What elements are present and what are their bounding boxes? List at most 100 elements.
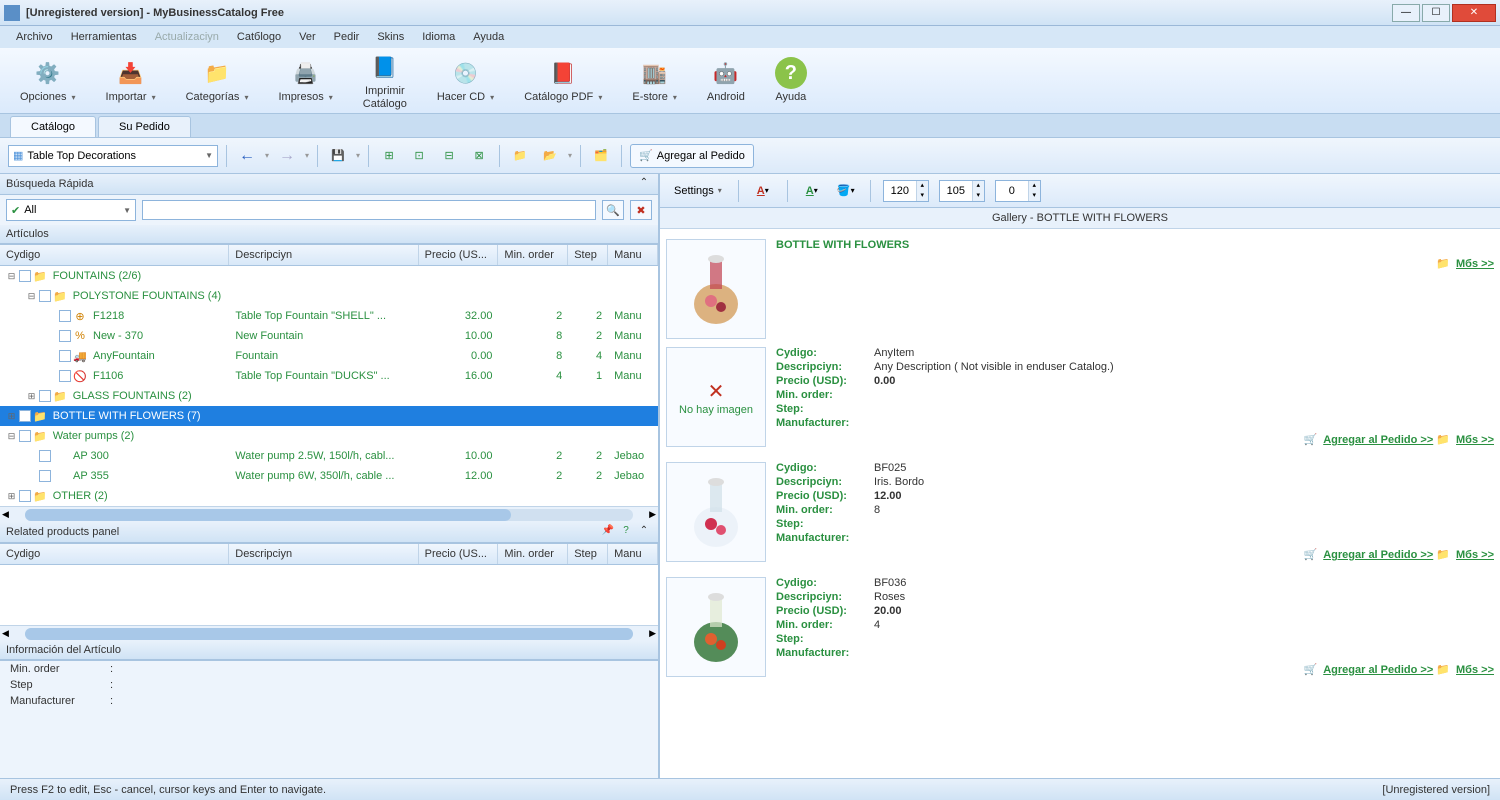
tree-folder[interactable]: ⊟📁FOUNTAINS (2/6) — [0, 266, 658, 286]
menu-idioma[interactable]: Idioma — [414, 29, 463, 45]
expand-icon[interactable]: ⊞ — [26, 391, 37, 402]
spin-third-input[interactable] — [996, 182, 1028, 200]
spin-height-input[interactable] — [940, 182, 972, 200]
tree-folder[interactable]: ⊞📁OTHER (2) — [0, 486, 658, 506]
col-code[interactable]: Cуdigo — [0, 544, 229, 564]
grid-edit-button[interactable]: ⊡ — [407, 144, 431, 168]
folder-action2-button[interactable]: 📂 — [538, 144, 562, 168]
ribbon-catálogo-pdf[interactable]: 📕Catálogo PDF ▾ — [524, 57, 602, 103]
articles-tree-grid[interactable]: ⊟📁FOUNTAINS (2/6)⊟📁POLYSTONE FOUNTAINS (… — [0, 266, 658, 506]
gallery-thumbnail[interactable]: ✕No hay imagen — [666, 347, 766, 447]
tree-folder[interactable]: ⊟📁POLYSTONE FOUNTAINS (4) — [0, 286, 658, 306]
font-color2-button[interactable]: A▾ — [800, 179, 824, 203]
spin-width-input[interactable] — [884, 182, 916, 200]
checkbox[interactable] — [39, 290, 51, 302]
tree-folder[interactable]: ⊟📁Water pumps (2) — [0, 426, 658, 446]
minimize-button[interactable]: — — [1392, 4, 1420, 22]
search-input[interactable] — [142, 200, 596, 220]
search-filter-combo[interactable]: ✔ All ▼ — [6, 199, 136, 221]
expand-icon[interactable]: ⊟ — [6, 271, 17, 282]
checkbox[interactable] — [59, 330, 71, 342]
menu-archivo[interactable]: Archivo — [8, 29, 61, 45]
grid-delete-button[interactable]: ⊠ — [467, 144, 491, 168]
col-manu[interactable]: Manu — [608, 544, 658, 564]
tree-folder[interactable]: ⊞📁GLASS FOUNTAINS (2) — [0, 386, 658, 406]
add-to-order-link[interactable]: Agregar al Pedido >> — [1323, 664, 1433, 676]
col-desc[interactable]: Descripciуn — [229, 245, 418, 265]
tree-item[interactable]: AP 300Water pump 2.5W, 150l/h, cabl...10… — [0, 446, 658, 466]
add-to-order-button[interactable]: 🛒 Agregar al Pedido — [630, 144, 754, 168]
forward-button[interactable]: → — [275, 144, 299, 168]
col-price[interactable]: Precio (US... — [419, 544, 499, 564]
tree-item[interactable]: ⊕F1218Table Top Fountain "SHELL" ...32.0… — [0, 306, 658, 326]
col-step[interactable]: Step — [568, 544, 608, 564]
search-clear-button[interactable]: ✖ — [630, 200, 652, 220]
grid-copy-button[interactable]: ⊟ — [437, 144, 461, 168]
tree-item[interactable]: 🚚AnyFountainFountain0.0084Manu — [0, 346, 658, 366]
settings-dropdown[interactable]: Settings ▾ — [670, 180, 726, 202]
close-button[interactable]: ✕ — [1452, 4, 1496, 22]
folder-action1-button[interactable]: 📁 — [508, 144, 532, 168]
ribbon-ayuda[interactable]: ?Ayuda — [775, 57, 807, 103]
tree-folder[interactable]: ⊞📁BOTTLE WITH FLOWERS (7) — [0, 406, 658, 426]
spin-height[interactable]: ▴▾ — [939, 180, 985, 202]
col-manu[interactable]: Manu — [608, 245, 658, 265]
tab-catálogo[interactable]: Catálogo — [10, 116, 96, 137]
ribbon-impresos[interactable]: 🖨️Impresos ▾ — [278, 57, 332, 103]
ribbon-opciones[interactable]: ⚙️Opciones ▾ — [20, 57, 76, 103]
tree-item[interactable]: 🚫F1106Table Top Fountain "DUCKS" ...16.0… — [0, 366, 658, 386]
back-button[interactable]: ← — [235, 144, 259, 168]
checkbox[interactable] — [19, 490, 31, 502]
fill-color-button[interactable]: 🪣▾ — [834, 179, 858, 203]
expand-icon[interactable]: ⊟ — [6, 431, 17, 442]
col-min[interactable]: Min. order — [498, 245, 568, 265]
gallery-thumbnail[interactable] — [666, 462, 766, 562]
expand-icon[interactable]: ⊟ — [26, 291, 37, 302]
ribbon-categorías[interactable]: 📁Categorías ▾ — [186, 57, 249, 103]
col-min[interactable]: Min. order — [498, 544, 568, 564]
tree-item[interactable]: AP 355Water pump 6W, 350l/h, cable ...12… — [0, 466, 658, 486]
help-icon[interactable]: ? — [618, 525, 634, 539]
add-to-order-link[interactable]: Agregar al Pedido >> — [1323, 434, 1433, 446]
col-code[interactable]: Cуdigo — [0, 245, 229, 265]
gallery-thumbnail[interactable] — [666, 577, 766, 677]
gallery-thumbnail[interactable] — [666, 239, 766, 339]
category-combo[interactable]: ▦ Table Top Decorations ▼ — [8, 145, 218, 167]
ribbon-importar[interactable]: 📥Importar ▾ — [106, 57, 156, 103]
tab-su-pedido[interactable]: Su Pedido — [98, 116, 191, 137]
checkbox[interactable] — [39, 390, 51, 402]
menu-herramientas[interactable]: Herramientas — [63, 29, 145, 45]
more-link[interactable]: Mбs >> — [1456, 549, 1494, 561]
misc-button[interactable]: 🗂️ — [589, 144, 613, 168]
checkbox[interactable] — [39, 450, 51, 462]
col-price[interactable]: Precio (US... — [419, 245, 499, 265]
col-desc[interactable]: Descripciуn — [229, 544, 418, 564]
spin-third[interactable]: ▴▾ — [995, 180, 1041, 202]
ribbon-e-store[interactable]: 🏬E-store ▾ — [632, 57, 677, 103]
checkbox[interactable] — [59, 350, 71, 362]
search-go-button[interactable]: 🔍 — [602, 200, 624, 220]
grid-new-button[interactable]: ⊞ — [377, 144, 401, 168]
more-link[interactable]: Mбs >> — [1456, 664, 1494, 676]
ribbon-android[interactable]: 🤖Android — [707, 57, 745, 103]
checkbox[interactable] — [19, 430, 31, 442]
menu-skins[interactable]: Skins — [369, 29, 412, 45]
menu-catбlogo[interactable]: Catбlogo — [229, 29, 289, 45]
tree-item[interactable]: %New - 370New Fountain10.0082Manu — [0, 326, 658, 346]
pin-icon[interactable]: 📌 — [600, 525, 616, 539]
expand-icon[interactable]: ⊞ — [6, 491, 17, 502]
more-link[interactable]: Mбs >> — [1456, 434, 1494, 446]
save-button[interactable]: 💾 — [326, 144, 350, 168]
related-hscroll[interactable]: ◀ ▶ — [0, 625, 658, 641]
articles-hscroll[interactable]: ◀ ▶ — [0, 506, 658, 522]
checkbox[interactable] — [19, 410, 31, 422]
checkbox[interactable] — [39, 470, 51, 482]
collapse-up-icon[interactable]: ⌃ — [636, 177, 652, 191]
collapse-icon[interactable]: ⌃ — [636, 525, 652, 539]
maximize-button[interactable]: ☐ — [1422, 4, 1450, 22]
expand-icon[interactable]: ⊞ — [6, 411, 17, 422]
menu-pedir[interactable]: Pedir — [326, 29, 368, 45]
menu-ver[interactable]: Ver — [291, 29, 324, 45]
checkbox[interactable] — [19, 270, 31, 282]
col-step[interactable]: Step — [568, 245, 608, 265]
